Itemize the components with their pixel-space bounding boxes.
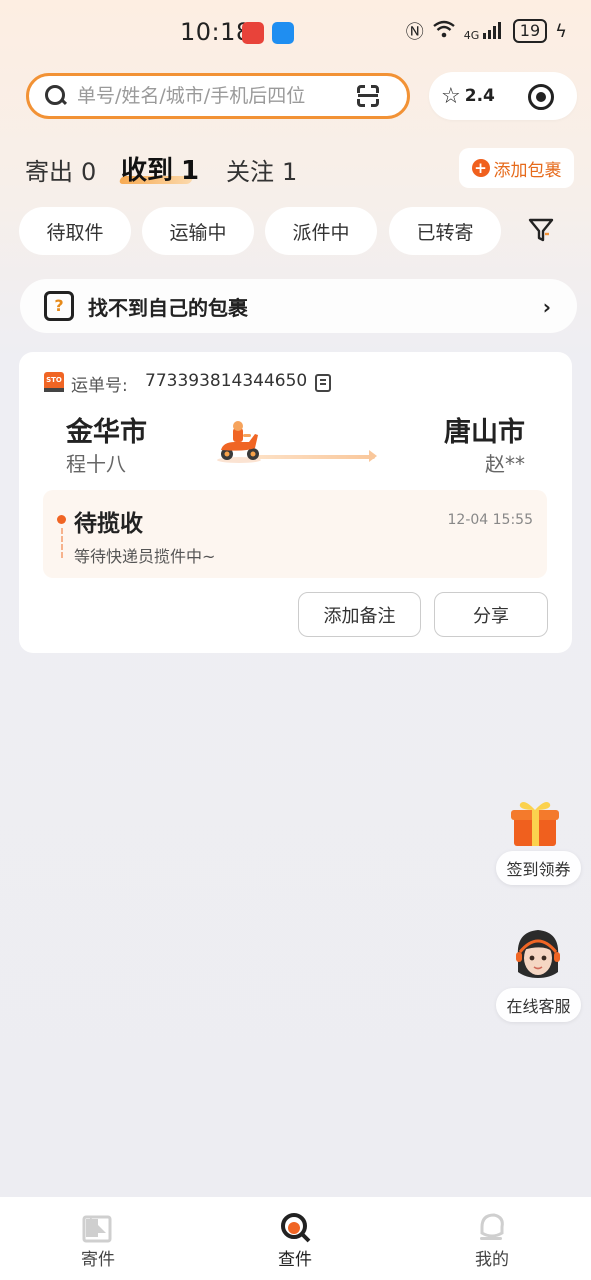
destination-city: 唐山市 [444, 417, 525, 448]
tracking-status-box[interactable]: 待揽收 12-04 15:55 等待快递员揽件中~ [43, 490, 547, 578]
tab-label: 关注 [226, 158, 274, 186]
package-card[interactable]: STO 运单号: 773393814344650 金华市 程十八 唐山市 赵**… [19, 352, 572, 653]
star-icon: ☆ [441, 83, 461, 109]
chevron-right-icon: › [542, 295, 551, 319]
status-description: 等待快递员揽件中~ [74, 547, 216, 566]
notification-app-icon [242, 22, 264, 44]
search-input[interactable] [77, 85, 347, 107]
filter-chip-forwarded[interactable]: 已转寄 [389, 207, 501, 255]
carrier-logo: STO [44, 372, 64, 392]
cannot-find-package-banner[interactable]: ? 找不到自己的包裹 › [20, 279, 577, 333]
nav-mine[interactable]: 我的 [432, 1197, 552, 1280]
network-type: 4G [463, 28, 480, 42]
status-indicators: Ⓝ 4G 19 ϟ [406, 18, 567, 44]
tab-count: 1 [282, 158, 298, 186]
plus-icon: + [471, 159, 490, 177]
scooter-courier-icon [217, 421, 261, 463]
share-button[interactable]: 分享 [434, 592, 548, 637]
tab-received[interactable]: 收到 1 [121, 150, 199, 187]
add-package-button[interactable]: + 添加包裹 [459, 148, 574, 188]
tab-sent[interactable]: 寄出 0 [25, 152, 96, 187]
tab-label: 收到 [121, 156, 174, 186]
tab-label: 寄出 [25, 158, 73, 186]
track-package-icon [281, 1213, 311, 1243]
wifi-icon [432, 19, 456, 44]
rating-pill[interactable]: ☆ 2.4 [429, 72, 577, 120]
tab-count: 0 [81, 158, 97, 186]
nav-track[interactable]: 查件 [235, 1197, 355, 1280]
online-service-button[interactable]: 在线客服 [496, 988, 581, 1022]
battery-indicator: 19 [512, 19, 548, 43]
filter-chip-transit[interactable]: 运输中 [142, 207, 254, 255]
waybill-number: 773393814344650 [145, 371, 308, 391]
tab-following[interactable]: 关注 1 [226, 152, 297, 187]
waybill-label: 运单号: [71, 376, 128, 396]
gift-icon[interactable] [508, 796, 562, 850]
filter-chip-delivering[interactable]: 派件中 [265, 207, 377, 255]
checkin-coupon-button[interactable]: 签到领券 [496, 851, 581, 885]
charging-icon: ϟ [555, 20, 567, 42]
status-bar: 10:18 Ⓝ 4G 19 ϟ [0, 0, 591, 64]
nav-label: 查件 [278, 1250, 312, 1270]
origin-city: 金华市 [66, 417, 147, 448]
sender-name: 程十八 [66, 452, 126, 476]
status-dot-icon [57, 515, 66, 524]
nav-label: 寄件 [81, 1250, 115, 1270]
scan-icon[interactable] [354, 82, 382, 110]
notification-app-icon-2 [272, 22, 294, 44]
filter-icon[interactable] [527, 216, 555, 244]
rating-value: 2.4 [464, 86, 495, 106]
search-bar[interactable] [26, 73, 410, 119]
add-package-label: 添加包裹 [493, 160, 562, 181]
cannot-find-label: 找不到自己的包裹 [88, 295, 248, 320]
question-icon: ? [44, 291, 74, 321]
tab-count: 1 [181, 156, 200, 186]
profile-icon [480, 1213, 504, 1240]
filter-chip-pickup[interactable]: 待取件 [19, 207, 131, 255]
search-icon [45, 85, 67, 107]
recipient-name: 赵** [485, 452, 525, 476]
customer-service-avatar-icon[interactable] [510, 926, 566, 986]
nfc-icon: Ⓝ [405, 22, 424, 43]
status-time: 10:18 [180, 18, 252, 46]
send-package-icon [82, 1215, 112, 1243]
bottom-navigation: 寄件 查件 我的 [0, 1197, 591, 1280]
timeline-dash [61, 528, 63, 558]
route-arrow-icon [369, 450, 377, 462]
copy-icon[interactable] [315, 374, 331, 392]
record-icon[interactable] [528, 84, 554, 110]
signal-icon: 4G [464, 21, 505, 42]
nav-label: 我的 [475, 1250, 509, 1270]
add-note-button[interactable]: 添加备注 [298, 592, 421, 637]
status-title: 待揽收 [74, 511, 143, 537]
nav-send[interactable]: 寄件 [38, 1197, 158, 1280]
route-line [255, 455, 375, 459]
status-time: 12-04 15:55 [447, 512, 533, 528]
